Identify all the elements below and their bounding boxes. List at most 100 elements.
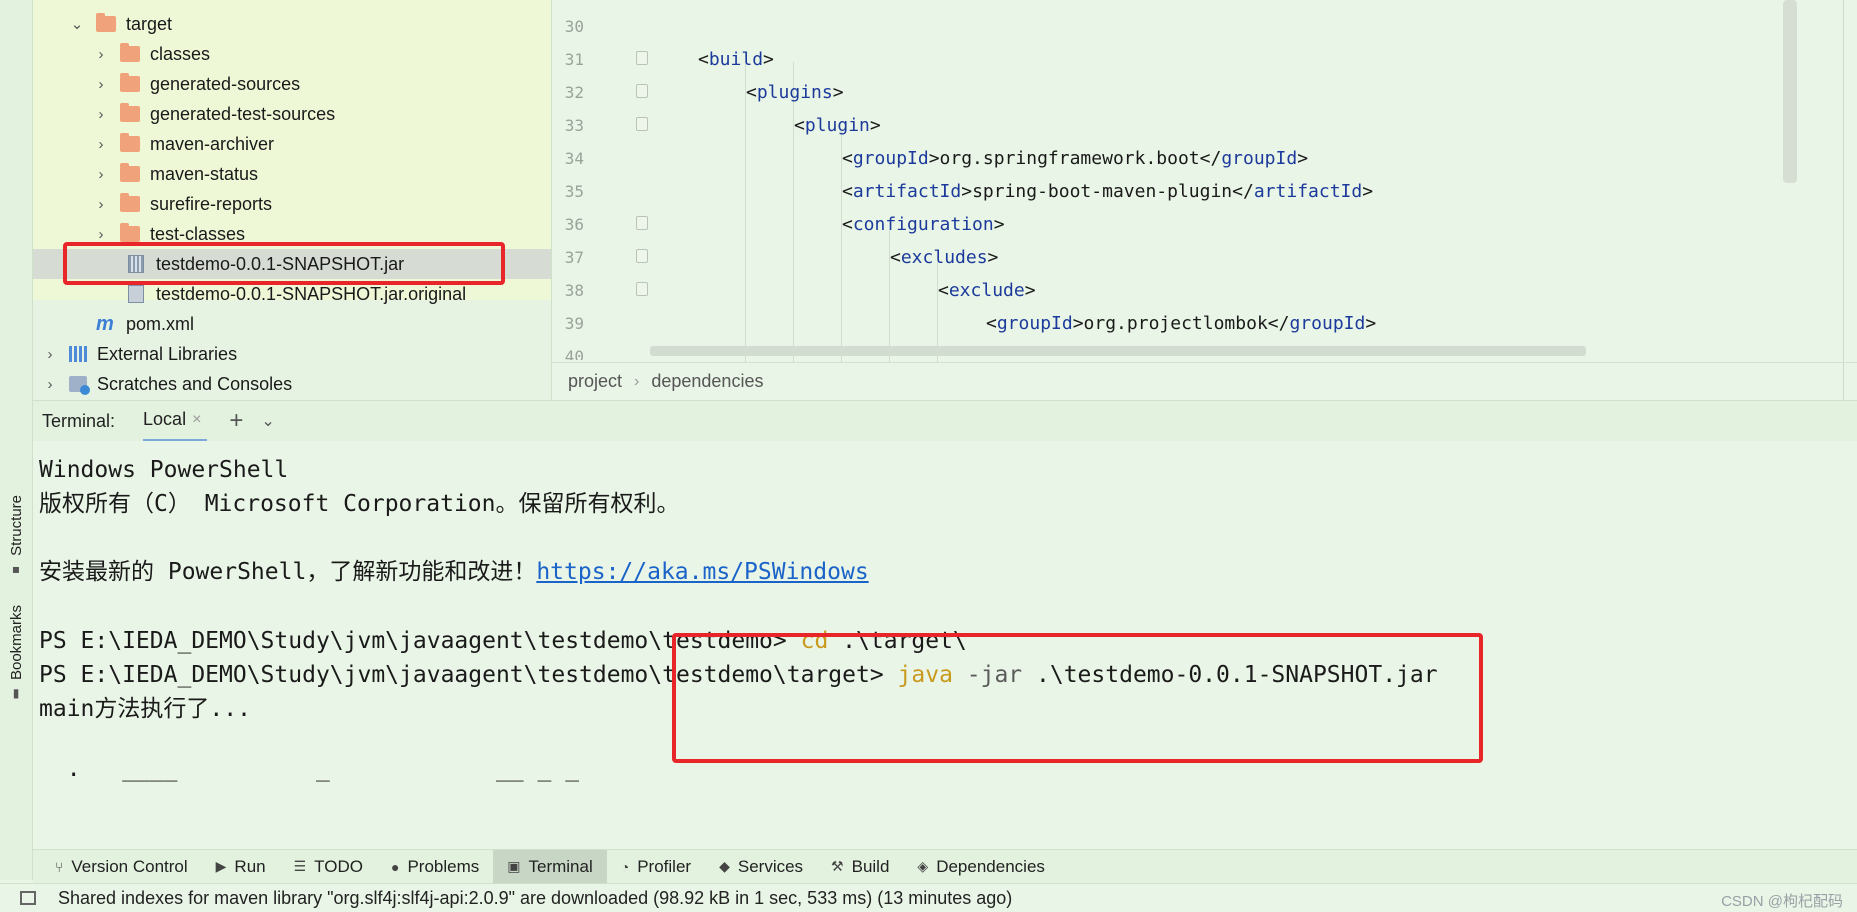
terminal-output[interactable]: Windows PowerShell 版权所有（C） Microsoft Cor… <box>33 441 1857 849</box>
folder-icon <box>120 133 140 152</box>
editor-horizontal-scrollbar[interactable] <box>650 346 1586 356</box>
tree-item-label: test-classes <box>150 223 246 244</box>
chevron-right-icon[interactable]: › <box>94 166 108 183</box>
bookmark-icon: ▮ <box>12 686 20 701</box>
breadcrumb-item-project[interactable]: project <box>568 371 622 392</box>
code-line-37: <excludes> <box>890 247 999 268</box>
jar-file-icon <box>128 255 144 273</box>
chevron-down-icon[interactable]: ⌄ <box>70 15 84 33</box>
editor-vertical-scrollbar[interactable] <box>1783 0 1797 183</box>
play-icon: ▶ <box>215 858 227 874</box>
add-terminal-button[interactable]: + <box>229 407 243 435</box>
tool-run[interactable]: ▶ Run <box>202 850 280 884</box>
layers-icon: ◈ <box>917 858 929 874</box>
code-line-39: <groupId>org.projectlombok</groupId> <box>986 313 1377 334</box>
close-icon[interactable]: × <box>192 411 201 429</box>
line-number: 35 <box>564 182 584 201</box>
tool-build[interactable]: ⚒ Build <box>817 850 903 884</box>
profiler-icon: ◔ <box>620 858 630 875</box>
chevron-down-icon[interactable]: ⌄ <box>261 411 274 431</box>
tree-item-maven-status[interactable]: › maven-status <box>33 159 551 189</box>
line-number: 34 <box>564 149 584 168</box>
terminal-line: 安装最新的 PowerShell，了解新功能和改进！https://aka.ms… <box>39 559 869 585</box>
tree-item-surefire-reports[interactable]: › surefire-reports <box>33 189 551 219</box>
folder-icon <box>120 43 140 62</box>
fold-marker-icon[interactable] <box>636 249 648 263</box>
tool-profiler[interactable]: ◔ Profiler <box>607 850 705 884</box>
folder-icon <box>120 103 140 122</box>
tool-problems[interactable]: ● Problems <box>377 850 493 884</box>
tree-item-target[interactable]: ⌄ target <box>33 9 551 39</box>
code-line-31: <build> <box>698 49 774 70</box>
code-line-36: <configuration> <box>842 214 1005 235</box>
tree-item-label: pom.xml <box>126 313 195 334</box>
terminal-icon: ▣ <box>507 858 521 874</box>
watermark: CSDN @枸杞配码 <box>1721 893 1843 910</box>
powershell-link[interactable]: https://aka.ms/PSWindows <box>536 559 868 585</box>
chevron-right-icon[interactable]: › <box>94 136 108 153</box>
code-line-35: <artifactId>spring-boot-maven-plugin</ar… <box>842 181 1374 202</box>
tree-item-snapshot-jar-original[interactable]: testdemo-0.0.1-SNAPSHOT.jar.original <box>33 279 551 309</box>
tree-item-classes[interactable]: › classes <box>33 39 551 69</box>
unknown-file-icon <box>128 285 144 303</box>
structure-tab[interactable]: Structure ▪ <box>4 495 28 576</box>
tree-item-maven-archiver[interactable]: › maven-archiver <box>33 129 551 159</box>
tree-item-label: surefire-reports <box>150 193 273 214</box>
status-bar: Shared indexes for maven library "org.sl… <box>0 883 1857 912</box>
maven-icon: m <box>96 312 114 335</box>
code-editor[interactable]: 30 31 32 33 34 35 36 37 38 39 40 <build>… <box>551 0 1857 400</box>
tree-item-test-classes[interactable]: › test-classes <box>33 219 551 249</box>
tab-local-label: Local <box>143 409 187 429</box>
terminal-line: . ____ _ __ _ _ <box>39 756 580 782</box>
line-number: 38 <box>564 281 584 300</box>
chevron-right-icon[interactable]: › <box>94 46 108 63</box>
fold-marker-icon[interactable] <box>636 84 648 98</box>
chevron-right-icon[interactable]: › <box>94 196 108 213</box>
terminal-title: Terminal: <box>42 410 116 431</box>
code-line-33: <plugin> <box>794 115 881 136</box>
chevron-right-icon[interactable]: › <box>94 76 108 93</box>
breadcrumb-item-dependencies[interactable]: dependencies <box>651 371 763 392</box>
structure-tab-label: Structure <box>7 495 25 556</box>
tool-terminal[interactable]: ▣ Terminal <box>493 849 607 884</box>
line-number: 40 <box>564 347 584 360</box>
status-message[interactable]: Shared indexes for maven library "org.sl… <box>58 888 1012 909</box>
folder-icon <box>96 13 116 32</box>
tree-item-scratches[interactable]: › Scratches and Consoles <box>33 369 551 399</box>
chevron-right-icon[interactable]: › <box>94 106 108 123</box>
structure-icon: ▪ <box>11 561 21 576</box>
line-number: 33 <box>564 116 584 135</box>
tree-item-label: testdemo-0.0.1-SNAPSHOT.jar.original <box>156 283 467 304</box>
fold-marker-icon[interactable] <box>636 282 648 296</box>
tree-item-external-libraries[interactable]: › External Libraries <box>33 339 551 369</box>
code-line-32: <plugins> <box>746 82 844 103</box>
tree-item-snapshot-jar[interactable]: testdemo-0.0.1-SNAPSHOT.jar <box>33 249 551 279</box>
project-tree: ⌄ target › classes › generated-sources ›… <box>33 0 551 400</box>
bookmarks-tab-label: Bookmarks <box>7 605 25 681</box>
folder-icon <box>120 223 140 242</box>
fold-marker-icon[interactable] <box>636 216 648 230</box>
folder-icon <box>120 73 140 92</box>
tool-dependencies[interactable]: ◈ Dependencies <box>903 850 1058 884</box>
breadcrumb: project › dependencies <box>552 362 1857 400</box>
editor-gutter: 30 31 32 33 34 35 36 37 38 39 40 <box>552 0 662 360</box>
bookmarks-tab[interactable]: Bookmarks ▮ <box>4 605 28 700</box>
window-toggle-icon[interactable] <box>20 891 36 905</box>
chevron-right-icon[interactable]: › <box>94 226 108 243</box>
tree-item-label: target <box>126 13 173 34</box>
line-number: 31 <box>564 50 584 69</box>
chevron-right-icon[interactable]: › <box>43 376 57 393</box>
fold-marker-icon[interactable] <box>636 117 648 131</box>
fold-marker-icon[interactable] <box>636 51 648 65</box>
tree-item-generated-test-sources[interactable]: › generated-test-sources <box>33 99 551 129</box>
tab-local[interactable]: Local × <box>143 401 208 442</box>
line-number: 37 <box>564 248 584 267</box>
tree-item-generated-sources[interactable]: › generated-sources <box>33 69 551 99</box>
libraries-icon <box>69 346 87 362</box>
chevron-right-icon[interactable]: › <box>43 346 57 363</box>
tree-item-label: testdemo-0.0.1-SNAPSHOT.jar <box>156 253 405 274</box>
tool-version-control[interactable]: ⑂ Version Control <box>41 850 202 884</box>
tool-todo[interactable]: ☰ TODO <box>280 850 377 884</box>
tree-item-pom-xml[interactable]: m pom.xml <box>33 309 551 339</box>
tool-services[interactable]: ◆ Services <box>705 850 817 884</box>
